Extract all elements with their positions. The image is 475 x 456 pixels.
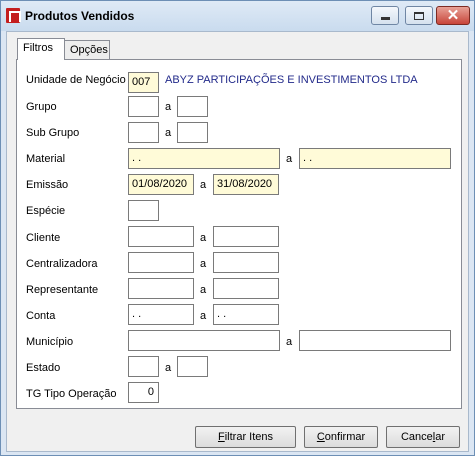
- filtrar-label-rest: iltrar Itens: [224, 431, 274, 443]
- sub-grupo-to-input[interactable]: [177, 122, 208, 143]
- representante-range-separator: a: [200, 284, 207, 296]
- municipio-range-separator: a: [286, 336, 293, 348]
- centralizadora-to-input[interactable]: [213, 252, 279, 273]
- confirmar-button[interactable]: Confirmar: [304, 426, 378, 448]
- conta-label: Conta: [26, 310, 56, 322]
- grupo-from-input[interactable]: [128, 96, 159, 117]
- filters-panel: Unidade de Negócio 007 ABYZ PARTICIPAÇÕE…: [16, 59, 462, 409]
- grupo-label: Grupo: [26, 101, 57, 113]
- estado-from-input[interactable]: [128, 356, 159, 377]
- cliente-label: Cliente: [26, 232, 61, 244]
- municipio-from-input[interactable]: [128, 330, 280, 351]
- confirmar-label-rest: onfirmar: [324, 431, 366, 443]
- material-range-separator: a: [286, 153, 293, 165]
- conta-range-separator: a: [200, 310, 207, 322]
- cancelar-label-prefix: Cance: [400, 431, 433, 443]
- emissao-label: Emissão: [26, 179, 69, 191]
- tab-opcoes[interactable]: Opções: [64, 40, 110, 60]
- grupo-range-separator: a: [165, 101, 172, 113]
- window-title: Produtos Vendidos: [25, 9, 135, 23]
- dialog-client-area: Opções Filtros Unidade de Negócio 007 AB…: [6, 31, 469, 452]
- tab-filtros[interactable]: Filtros: [17, 38, 65, 60]
- estado-to-input[interactable]: [177, 356, 208, 377]
- title-bar: Produtos Vendidos ✕: [1, 1, 474, 31]
- cliente-to-input[interactable]: [213, 226, 279, 247]
- produtos-vendidos-window: Produtos Vendidos ✕ Opções Filtros Unida…: [0, 0, 475, 456]
- unidade-label: Unidade de Negócio: [26, 74, 126, 86]
- conta-from-input[interactable]: . .: [128, 304, 194, 325]
- centralizadora-range-separator: a: [200, 258, 207, 270]
- unidade-code-input[interactable]: 007: [128, 72, 159, 93]
- sub-grupo-range-separator: a: [165, 127, 172, 139]
- municipio-to-input[interactable]: [299, 330, 451, 351]
- material-from-input[interactable]: . .: [128, 148, 280, 169]
- representante-to-input[interactable]: [213, 278, 279, 299]
- filtrar-accel-key: F: [217, 431, 225, 443]
- municipio-label: Município: [26, 336, 74, 348]
- emissao-range-separator: a: [200, 179, 207, 191]
- centralizadora-from-input[interactable]: [128, 252, 194, 273]
- close-icon: ✕: [446, 7, 460, 24]
- close-button[interactable]: ✕: [436, 6, 470, 25]
- maximize-icon: [414, 11, 424, 20]
- estado-range-separator: a: [165, 362, 172, 374]
- confirmar-accel-key: C: [316, 431, 325, 443]
- especie-label: Espécie: [26, 205, 66, 217]
- minimize-button[interactable]: [371, 6, 399, 25]
- app-logo-icon: [6, 8, 21, 23]
- material-label: Material: [26, 153, 66, 165]
- material-to-input[interactable]: . .: [299, 148, 451, 169]
- maximize-button[interactable]: [405, 6, 433, 25]
- cliente-range-separator: a: [200, 232, 207, 244]
- conta-to-input[interactable]: . .: [213, 304, 279, 325]
- tg-tipo-operacao-input[interactable]: 0: [128, 382, 159, 403]
- cliente-from-input[interactable]: [128, 226, 194, 247]
- sub-grupo-from-input[interactable]: [128, 122, 159, 143]
- grupo-to-input[interactable]: [177, 96, 208, 117]
- representante-from-input[interactable]: [128, 278, 194, 299]
- centralizadora-label: Centralizadora: [26, 258, 98, 270]
- cancelar-button[interactable]: Cancelar: [386, 426, 460, 448]
- especie-input[interactable]: [128, 200, 159, 221]
- unidade-name-text: ABYZ PARTICIPAÇÕES E INVESTIMENTOS LTDA: [165, 74, 418, 86]
- sub-grupo-label: Sub Grupo: [26, 127, 80, 139]
- minimize-icon: [380, 17, 390, 20]
- tg-tipo-operacao-label: TG Tipo Operação: [26, 388, 117, 400]
- estado-label: Estado: [26, 362, 61, 374]
- filtrar-itens-button[interactable]: Filtrar Itens: [195, 426, 296, 448]
- representante-label: Representante: [26, 284, 99, 296]
- cancelar-label-rest: ar: [435, 431, 446, 443]
- emissao-from-input[interactable]: 01/08/2020: [128, 174, 194, 195]
- emissao-to-input[interactable]: 31/08/2020: [213, 174, 279, 195]
